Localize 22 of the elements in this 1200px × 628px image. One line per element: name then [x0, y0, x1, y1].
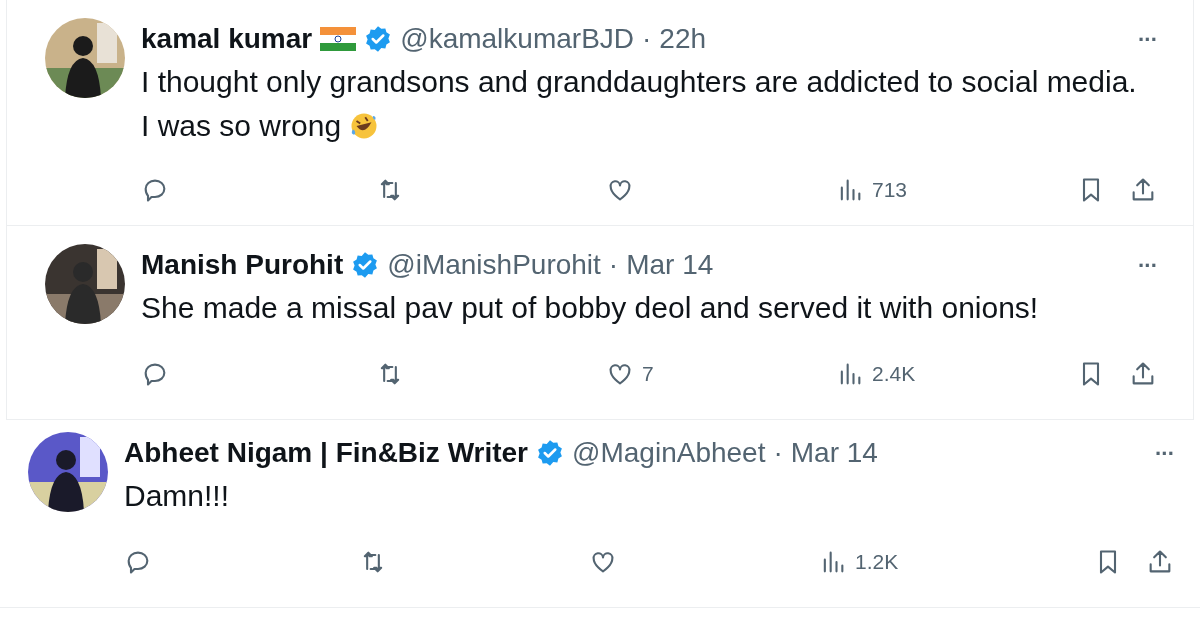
separator-dot: · [642, 22, 652, 56]
post-time[interactable]: Mar 14 [790, 432, 878, 474]
more-button[interactable]: ··· [1138, 22, 1157, 56]
view-count: 2.4K [872, 361, 916, 387]
more-button[interactable]: ··· [1138, 248, 1157, 282]
post-text: I thought only grandsons and granddaughters are addicted to social media. I was so wrong [141, 64, 1138, 144]
separator-dot: · [773, 436, 783, 470]
more-button[interactable]: ··· [1155, 436, 1174, 470]
post-text: She made a missal pav put of bobby deol and served it with onions! [141, 290, 1040, 326]
like-count: 7 [642, 361, 654, 387]
author-handle[interactable]: @MaginAbheet [572, 432, 766, 474]
view-count: 713 [872, 177, 908, 203]
separator-dot: · [608, 248, 619, 282]
post-time[interactable]: 22h [659, 18, 707, 60]
author-handle[interactable]: @kamalkumarBJD [400, 18, 635, 60]
author-name[interactable]: Manish Purohit [141, 244, 344, 286]
post-text: Damn!!! [124, 478, 231, 514]
post-time[interactable]: Mar 14 [626, 244, 714, 286]
author-name[interactable]: kamal kumar [141, 18, 313, 60]
author-handle[interactable]: @iManishPurohit [387, 244, 601, 286]
view-count: 1.2K [855, 549, 899, 575]
author-name[interactable]: Abheet Nigam | Fin&Biz Writer [124, 432, 529, 474]
